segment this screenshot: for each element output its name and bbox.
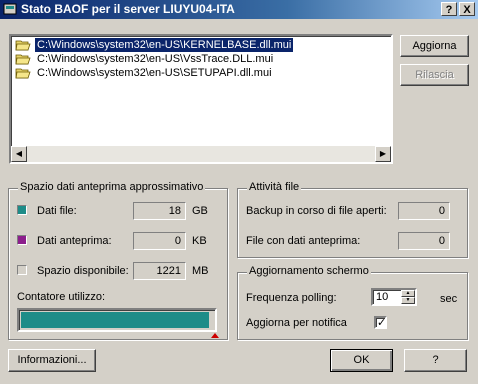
usage-marker-icon <box>211 333 219 338</box>
open-folder-icon <box>15 40 31 51</box>
screen-update-title: Aggiornamento schermo <box>247 265 371 277</box>
screen-update-group <box>237 272 468 340</box>
help-button[interactable]: ? <box>404 349 467 372</box>
refresh-button[interactable]: Aggiorna <box>400 35 469 57</box>
free-space-unit: MB <box>192 265 209 277</box>
preview-files-value: 0 <box>398 232 450 250</box>
file-activity-title: Attività file <box>247 181 302 193</box>
open-folder-icon <box>15 68 31 79</box>
file-data-value: 18 <box>133 202 186 220</box>
list-item-path: C:\Windows\system32\en-US\VssTrace.DLL.m… <box>37 53 274 65</box>
horizontal-scrollbar[interactable] <box>11 146 391 162</box>
file-data-unit: GB <box>192 205 208 217</box>
spin-up-icon[interactable]: ▲ <box>401 290 415 297</box>
release-button[interactable]: Rilascia <box>400 64 469 86</box>
usage-meter <box>17 308 217 332</box>
polling-value[interactable]: 10 <box>376 291 388 303</box>
help-title-button[interactable]: ? <box>441 2 457 16</box>
preview-space-title: Spazio dati anteprima approssimativo <box>18 181 206 193</box>
file-data-label: Dati file: <box>37 205 77 217</box>
polling-stepper[interactable]: 10 ▲ ▼ <box>371 288 417 306</box>
file-listbox[interactable]: C:\Windows\system32\en-US\KERNELBASE.dll… <box>9 34 393 164</box>
free-space-value: 1221 <box>133 262 186 280</box>
usage-meter-label: Contatore utilizzo: <box>17 291 106 303</box>
open-folder-icon <box>15 54 31 65</box>
title-bar[interactable]: Stato BAOF per il server LIUYU04-ITA ? X <box>0 0 478 19</box>
notify-label: Aggiorna per notifica <box>246 317 347 329</box>
polling-label: Frequenza polling: <box>246 292 337 304</box>
preview-data-swatch <box>17 235 27 245</box>
scroll-left-arrow-icon[interactable]: ◀ <box>11 146 27 162</box>
free-space-label: Spazio disponibile: <box>37 265 129 277</box>
dialog-window: Stato BAOF per il server LIUYU04-ITA ? X… <box>0 0 478 384</box>
usage-meter-fill <box>21 312 209 328</box>
polling-unit: sec <box>440 293 458 305</box>
close-title-button[interactable]: X <box>459 2 475 16</box>
window-title: Stato BAOF per il server LIUYU04-ITA <box>21 2 235 16</box>
scroll-right-arrow-icon[interactable]: ▶ <box>375 146 391 162</box>
free-space-swatch <box>17 265 27 275</box>
open-files-backup-value: 0 <box>398 202 450 220</box>
info-button[interactable]: Informazioni... <box>8 349 96 372</box>
preview-files-label: File con dati anteprima: <box>246 235 361 247</box>
checkmark-icon: ✓ <box>377 317 387 329</box>
list-item-path: C:\Windows\system32\en-US\SETUPAPI.dll.m… <box>37 67 272 79</box>
preview-data-value: 0 <box>133 232 186 250</box>
file-data-swatch <box>17 205 27 215</box>
notify-checkbox[interactable]: ✓ <box>374 316 387 329</box>
ok-button[interactable]: OK <box>330 349 393 372</box>
preview-data-unit: KB <box>192 235 207 247</box>
open-files-backup-label: Backup in corso di file aperti: <box>246 205 387 217</box>
spin-down-icon[interactable]: ▼ <box>401 297 415 304</box>
app-icon <box>3 3 17 15</box>
preview-data-label: Dati anteprima: <box>37 235 112 247</box>
list-item-path: C:\Windows\system32\en-US\KERNELBASE.dll… <box>33 37 295 53</box>
